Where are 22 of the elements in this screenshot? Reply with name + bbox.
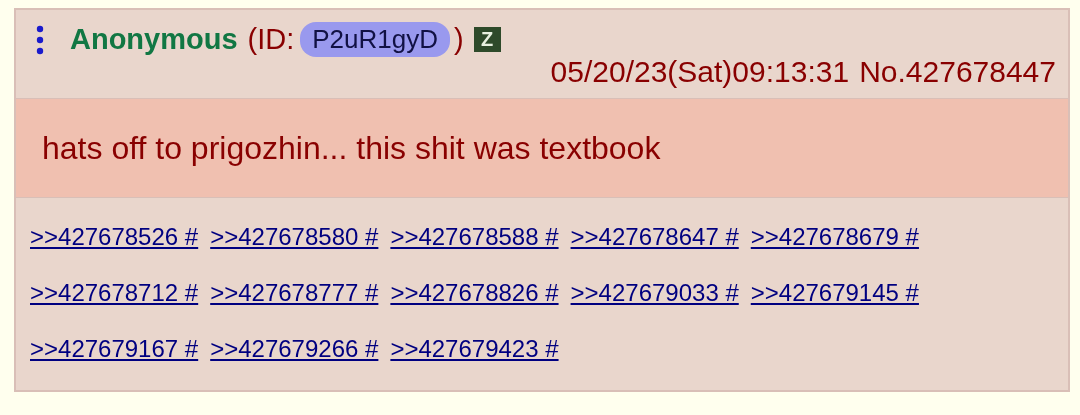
poster-id[interactable]: P2uR1gyD [300, 22, 450, 57]
post-number[interactable]: No.427678447 [859, 55, 1056, 89]
post-datetime: 05/20/23(Sat)09:13:31 [550, 55, 850, 89]
reply-link[interactable]: >>427678777 # [210, 276, 379, 310]
reply-link[interactable]: >>427678526 # [30, 220, 199, 254]
reply-link[interactable]: >>427679033 # [570, 276, 739, 310]
reply-link[interactable]: >>427679145 # [750, 276, 919, 310]
reply-link[interactable]: >>427679266 # [210, 332, 379, 366]
post-message: hats off to prigozhin... this shit was textbook [42, 129, 661, 167]
reply-link[interactable]: >>427678580 # [210, 220, 379, 254]
reply-link[interactable]: >>427679167 # [30, 332, 199, 366]
reply-link[interactable]: >>427678588 # [390, 220, 559, 254]
reply-link[interactable]: >>427678647 # [570, 220, 739, 254]
reply-link[interactable]: >>427678679 # [750, 220, 919, 254]
more-icon[interactable] [36, 24, 44, 55]
reply-link[interactable]: >>427678712 # [30, 276, 199, 310]
id-close-paren: ) [454, 23, 464, 56]
poster-name: Anonymous [70, 23, 238, 56]
reply-link[interactable]: >>427679423 # [390, 332, 559, 366]
reply-link[interactable]: >>427678826 # [390, 276, 559, 310]
id-label: (ID: [247, 23, 295, 56]
flag-icon: Z [473, 27, 501, 52]
